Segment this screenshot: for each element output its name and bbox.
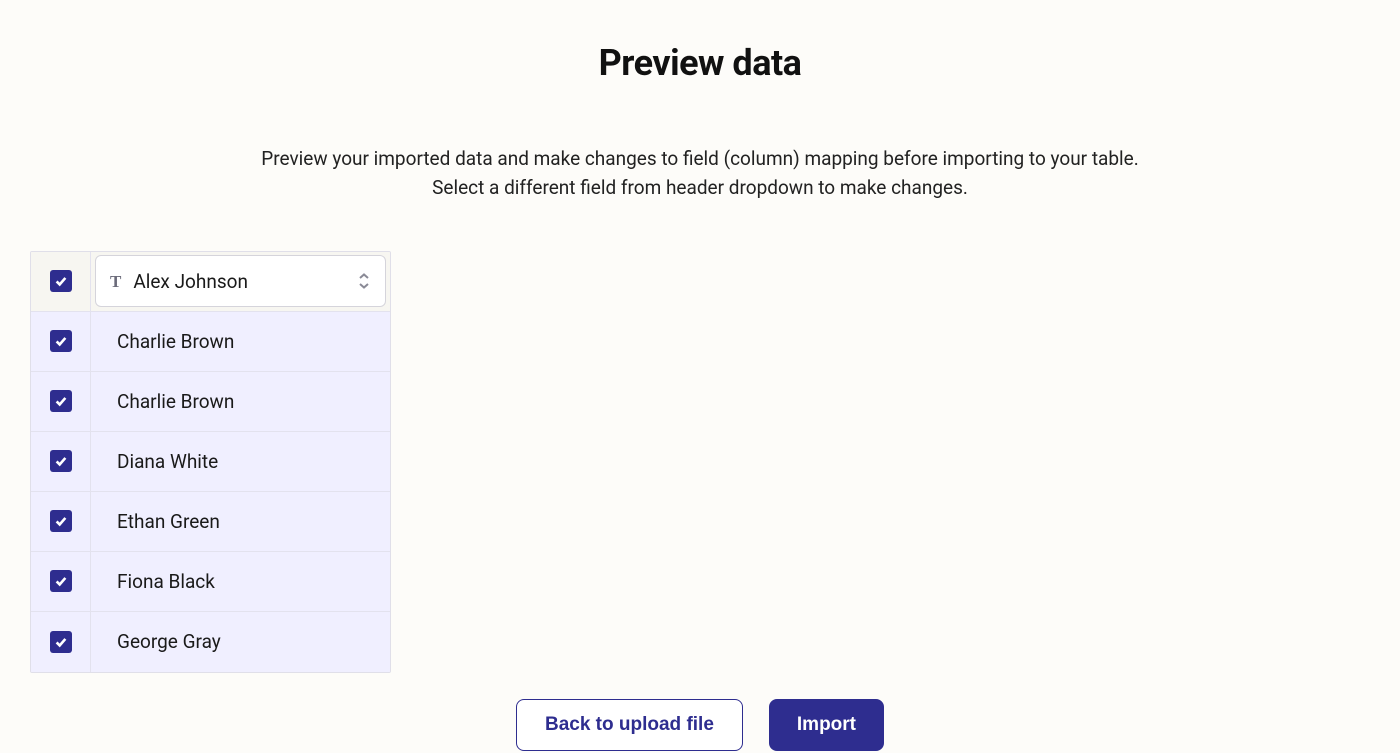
page-title: Preview data xyxy=(0,42,1400,84)
column-header-row: T Alex Johnson xyxy=(31,252,390,312)
table-row: Charlie Brown xyxy=(31,312,390,372)
row-checkbox-cell xyxy=(31,432,91,491)
check-icon xyxy=(54,274,68,288)
text-type-icon: T xyxy=(110,273,121,290)
table-row: George Gray xyxy=(31,612,390,672)
row-value: Ethan Green xyxy=(91,492,390,551)
page-header: Preview data Preview your imported data … xyxy=(0,0,1400,203)
row-value: Fiona Black xyxy=(91,552,390,611)
check-icon xyxy=(54,334,68,348)
table-row: Ethan Green xyxy=(31,492,390,552)
row-checkbox[interactable] xyxy=(50,330,72,352)
row-checkbox[interactable] xyxy=(50,570,72,592)
row-checkbox[interactable] xyxy=(50,631,72,653)
row-checkbox[interactable] xyxy=(50,390,72,412)
column-mapping-cell: T Alex Johnson xyxy=(91,252,390,311)
table-row: Diana White xyxy=(31,432,390,492)
row-value: George Gray xyxy=(91,612,390,672)
row-value: Diana White xyxy=(91,432,390,491)
check-icon xyxy=(54,514,68,528)
row-value: Charlie Brown xyxy=(91,312,390,371)
import-button[interactable]: Import xyxy=(769,699,884,751)
select-all-cell xyxy=(31,252,91,311)
row-value: Charlie Brown xyxy=(91,372,390,431)
select-chevrons-icon xyxy=(357,272,371,290)
check-icon xyxy=(54,394,68,408)
table-row: Fiona Black xyxy=(31,552,390,612)
select-all-checkbox[interactable] xyxy=(50,270,72,292)
check-icon xyxy=(54,454,68,468)
row-checkbox-cell xyxy=(31,552,91,611)
check-icon xyxy=(54,635,68,649)
column-mapping-select[interactable]: T Alex Johnson xyxy=(95,255,386,307)
row-checkbox-cell xyxy=(31,612,91,672)
column-mapping-label: Alex Johnson xyxy=(133,270,345,293)
footer-buttons: Back to upload file Import xyxy=(0,699,1400,751)
page-description: Preview your imported data and make chan… xyxy=(200,144,1200,203)
row-checkbox-cell xyxy=(31,372,91,431)
row-checkbox-cell xyxy=(31,312,91,371)
check-icon xyxy=(54,574,68,588)
row-checkbox-cell xyxy=(31,492,91,551)
row-checkbox[interactable] xyxy=(50,510,72,532)
table-row: Charlie Brown xyxy=(31,372,390,432)
row-checkbox[interactable] xyxy=(50,450,72,472)
back-button[interactable]: Back to upload file xyxy=(516,699,743,751)
description-line-1: Preview your imported data and make chan… xyxy=(261,147,1139,170)
preview-table: T Alex Johnson Charlie Brown Charlie Bro… xyxy=(30,251,391,673)
description-line-2: Select a different field from header dro… xyxy=(432,176,968,199)
